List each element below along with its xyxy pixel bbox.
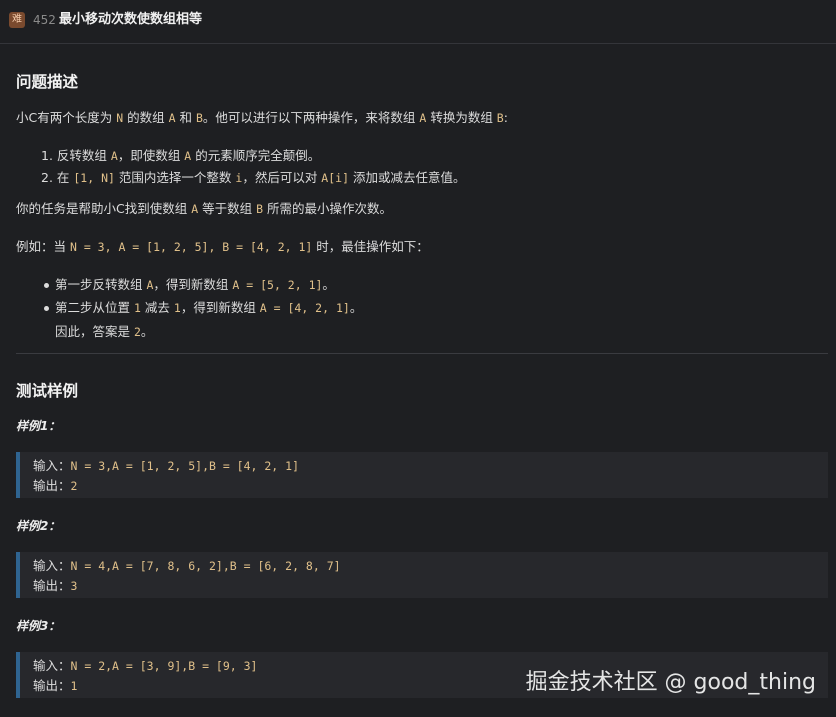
sample-input-1: 输入：N = 3,A = [1, 2, 5],B = [4, 2, 1] [33,458,299,473]
task-text: 你的任务是帮助小C找到使数组 A 等于数组 B 所需的最小操作次数。 [16,201,393,216]
watermark: 掘金技术社区 @ good_thing [525,670,816,695]
section-heading-description: 问题描述 [16,73,79,91]
bullet-dot [44,306,49,311]
operation-item-2: 2. 在 [1, N] 范围内选择一个整数 i，然后可以对 A[i] 添加或减去… [41,170,466,185]
sample-input-3: 输入：N = 2,A = [3, 9],B = [9, 3] [33,658,258,673]
section-heading-tests: 测试样例 [16,382,79,400]
problem-header: 难 452 最小移动次数使数组相等 [0,0,836,44]
sample-code-block-2: 输入：N = 4,A = [7, 8, 6, 2],B = [6, 2, 8, … [16,552,828,598]
example-step-2: 第二步从位置 1 减去 1，得到新数组 A = [4, 2, 1]。 [55,300,363,315]
sample-label-1: 样例1： [16,419,61,433]
sample-output-1: 输出：2 [33,478,78,493]
sample-label-2: 样例2： [16,519,61,533]
difficulty-badge: 难 [9,12,25,28]
problem-number: 452 [33,13,56,27]
intro-text: 小C有两个长度为 N 的数组 A 和 B。他可以进行以下两种操作，来将数组 A … [16,110,508,125]
section-divider [16,353,828,354]
conclusion-text: 因此，答案是 2。 [55,324,154,339]
bullet-dot [44,283,49,288]
sample-output-3: 输出：1 [33,678,78,693]
sample-output-2: 输出：3 [33,578,78,593]
sample-label-3: 样例3： [16,619,61,633]
sample-input-2: 输入：N = 4,A = [7, 8, 6, 2],B = [6, 2, 8, … [33,558,341,573]
example-step-1: 第一步反转数组 A，得到新数组 A = [5, 2, 1]。 [55,277,335,292]
example-text: 例如：当 N = 3, A = [1, 2, 5], B = [4, 2, 1]… [16,239,429,254]
problem-title: 最小移动次数使数组相等 [59,12,203,27]
sample-code-block-1: 输入：N = 3,A = [1, 2, 5],B = [4, 2, 1] 输出：… [16,452,828,498]
operation-item-1: 1. 反转数组 A，即使数组 A 的元素顺序完全颠倒。 [41,148,321,163]
